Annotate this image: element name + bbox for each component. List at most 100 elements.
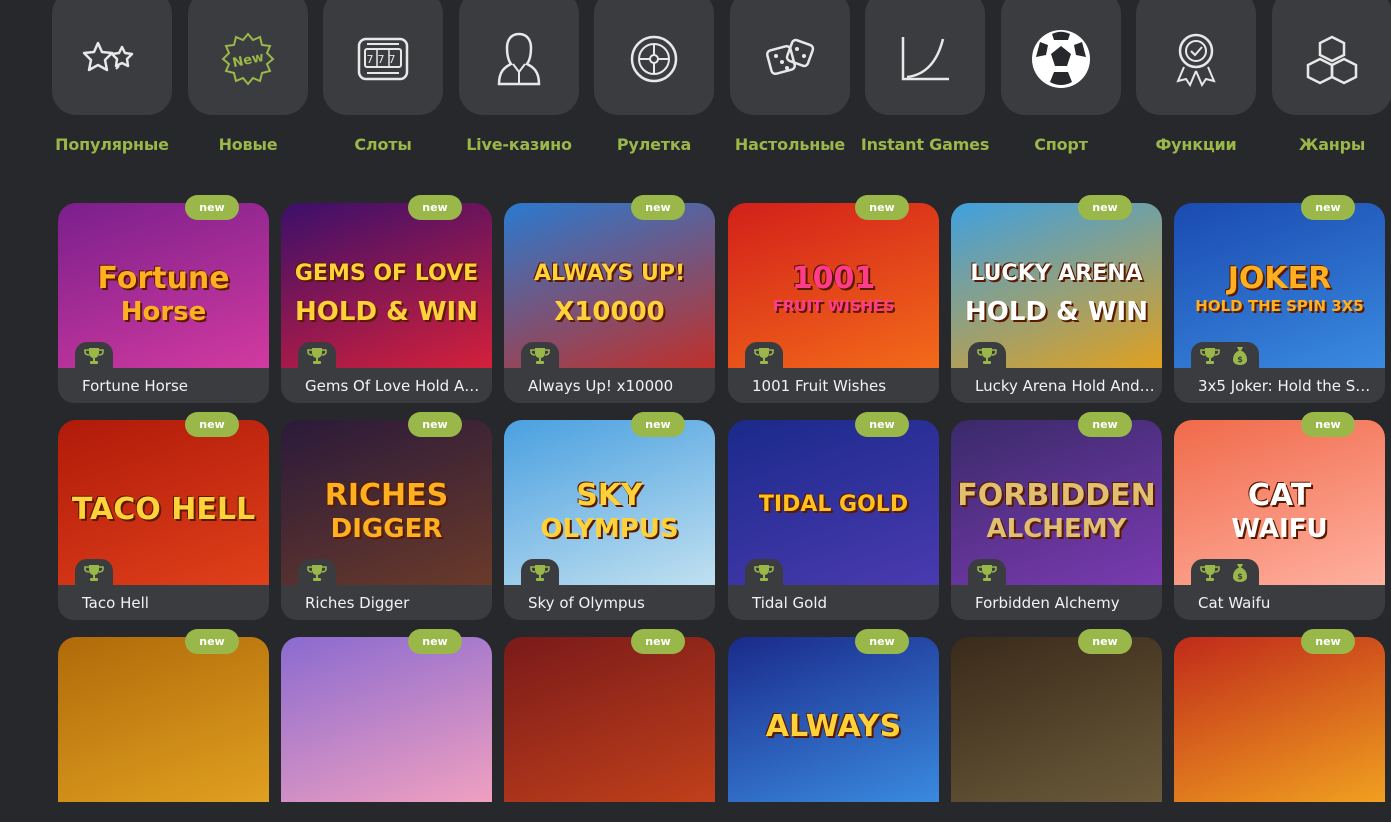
new-badge: new xyxy=(185,412,239,437)
game-card[interactable]: CAT WAIFU Cat Waifu $ new xyxy=(1174,412,1385,620)
game-card[interactable]: GEMS OF LOVE HOLD & WIN Gems Of Love Hold … xyxy=(281,195,492,403)
category-tile[interactable] xyxy=(1136,0,1256,115)
game-card[interactable]: JOKER HOLD THE SPIN 3X5 3x5 Joker: Hold th… xyxy=(1174,195,1385,403)
game-thumbnail[interactable] xyxy=(951,637,1162,802)
game-card[interactable]: TIDAL GOLD Tidal Gold new xyxy=(728,412,939,620)
game-card[interactable]: LUCKY ARENA HOLD & WIN Lucky Arena Hold An… xyxy=(951,195,1162,403)
game-feature-icons xyxy=(968,342,1006,370)
crash-curve-icon xyxy=(897,15,953,90)
game-thumbnail[interactable] xyxy=(504,637,715,802)
game-card[interactable]: ALWAYS UP! X10000 Always Up! x10000 new xyxy=(504,195,715,403)
game-thumbnail[interactable] xyxy=(1174,637,1385,802)
game-art-title: GEMS OF LOVE xyxy=(294,261,479,286)
game-art-subtitle: WAIFU xyxy=(1231,514,1328,544)
game-card[interactable]: 1001 FRUIT WISHES 1001 Fruit Wishes new xyxy=(728,195,939,403)
game-title[interactable]: Forbidden Alchemy xyxy=(975,594,1155,612)
game-art-title: RICHES xyxy=(324,478,449,513)
game-title[interactable]: 3x5 Joker: Hold the Spin xyxy=(1198,377,1378,395)
trophy-icon xyxy=(527,562,553,584)
dice-icon xyxy=(763,16,817,89)
game-title[interactable]: Lucky Arena Hold And Win xyxy=(975,377,1155,395)
new-badge: new xyxy=(1301,412,1355,437)
game-art-subtitle: ALCHEMY xyxy=(986,514,1127,544)
game-art-title: ALWAYS xyxy=(765,709,902,744)
new-badge: new xyxy=(631,412,685,437)
roulette-icon xyxy=(628,15,680,90)
award-badge-icon xyxy=(1170,13,1222,92)
game-art-title: ALWAYS UP! xyxy=(534,261,685,286)
svg-text:777: 777 xyxy=(367,53,400,66)
new-badge: new xyxy=(1078,195,1132,220)
trophy-icon xyxy=(751,562,777,584)
new-badge: new xyxy=(1078,412,1132,437)
game-card[interactable]: new xyxy=(58,629,269,822)
game-art-title: 1001 xyxy=(791,261,876,296)
game-art-title: JOKER xyxy=(1227,261,1332,296)
category-tile[interactable]: 777 xyxy=(323,0,443,115)
game-art-subtitle: Horse xyxy=(120,297,207,327)
new-badge: new xyxy=(855,412,909,437)
game-card[interactable]: new xyxy=(1174,629,1385,822)
trophy-icon xyxy=(1197,345,1223,367)
stars-icon xyxy=(80,21,144,84)
game-title[interactable]: Sky of Olympus xyxy=(528,594,708,612)
trophy-icon xyxy=(304,345,330,367)
game-card[interactable]: new xyxy=(281,629,492,822)
game-art-title: Fortune xyxy=(97,261,230,296)
game-title[interactable]: Cat Waifu xyxy=(1198,594,1378,612)
new-badge: new xyxy=(408,412,462,437)
game-feature-icons xyxy=(521,559,559,587)
category-label[interactable]: Жанры xyxy=(1252,135,1391,154)
svg-text:New: New xyxy=(231,50,265,71)
game-title[interactable]: Tidal Gold xyxy=(752,594,932,612)
category-tile[interactable] xyxy=(52,0,172,115)
game-feature-icons xyxy=(75,559,113,587)
game-card[interactable]: TACO HELL Taco Hell new xyxy=(58,412,269,620)
game-title[interactable]: Taco Hell xyxy=(82,594,262,612)
trophy-icon xyxy=(751,345,777,367)
game-feature-icons xyxy=(75,342,113,370)
game-feature-icons xyxy=(298,342,336,370)
game-card[interactable]: RICHES DIGGER Riches Digger new xyxy=(281,412,492,620)
game-title[interactable]: Always Up! x10000 xyxy=(528,377,708,395)
game-card[interactable]: new xyxy=(951,629,1162,822)
game-art-title: SKY xyxy=(576,478,643,513)
game-feature-icons xyxy=(968,559,1006,587)
new-badge: new xyxy=(185,195,239,220)
game-thumbnail[interactable] xyxy=(58,637,269,802)
category-tile[interactable] xyxy=(730,0,850,115)
svg-text:$: $ xyxy=(1237,355,1243,364)
trophy-icon xyxy=(81,345,107,367)
game-card[interactable]: new xyxy=(504,629,715,822)
game-feature-icons xyxy=(521,342,559,370)
game-art-title: TIDAL GOLD xyxy=(758,492,909,517)
game-card[interactable]: FORBIDDEN ALCHEMY Forbidden Alchemy new xyxy=(951,412,1162,620)
new-badge: new xyxy=(1301,629,1355,654)
game-title[interactable]: Fortune Horse xyxy=(82,377,262,395)
game-title[interactable]: 1001 Fruit Wishes xyxy=(752,377,932,395)
game-art-subtitle: FRUIT WISHES xyxy=(772,297,895,315)
game-card[interactable]: ALWAYS new xyxy=(728,629,939,822)
category-tile[interactable] xyxy=(865,0,985,115)
game-thumbnail[interactable] xyxy=(281,637,492,802)
category-tile[interactable] xyxy=(1001,0,1121,115)
new-badge: new xyxy=(631,629,685,654)
game-art-subtitle: HOLD & WIN xyxy=(965,297,1148,327)
game-title[interactable]: Gems Of Love Hold And Win xyxy=(305,377,485,395)
trophy-icon xyxy=(81,562,107,584)
category-tile[interactable]: New xyxy=(188,0,308,115)
game-art-title: CAT xyxy=(1247,478,1312,513)
game-thumbnail[interactable]: ALWAYS xyxy=(728,637,939,802)
game-art-subtitle: HOLD & WIN xyxy=(295,297,478,327)
category-tile[interactable] xyxy=(594,0,714,115)
category-tile[interactable] xyxy=(459,0,579,115)
category-tile[interactable] xyxy=(1272,0,1391,115)
game-art-subtitle: HOLD THE SPIN 3X5 xyxy=(1195,297,1364,315)
trophy-icon xyxy=(974,345,1000,367)
new-badge: new xyxy=(408,629,462,654)
game-card[interactable]: Fortune Horse Fortune Horse new xyxy=(58,195,269,403)
game-card[interactable]: SKY OLYMPUS Sky of Olympus new xyxy=(504,412,715,620)
game-art-subtitle: DIGGER xyxy=(330,514,443,544)
game-title[interactable]: Riches Digger xyxy=(305,594,485,612)
dealer-icon xyxy=(495,12,543,93)
